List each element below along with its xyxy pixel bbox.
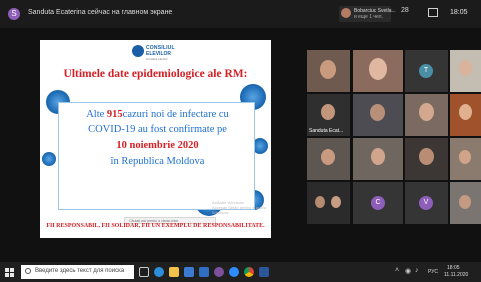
stat-location: în Republica Moldova	[110, 156, 205, 167]
participant-face	[371, 148, 385, 165]
participant-face	[369, 58, 387, 80]
participant-tile[interactable]	[307, 50, 350, 92]
participant-face	[459, 60, 472, 76]
participant-face	[419, 103, 434, 121]
active-speaker-thumbnail[interactable]: Bobarciuc Svetla... и еще 1 чел.	[339, 6, 396, 22]
viber-icon[interactable]	[214, 267, 224, 277]
virus-icon	[42, 152, 56, 166]
language-indicator[interactable]: РУС	[428, 269, 438, 275]
participant-tile[interactable]	[353, 50, 403, 92]
participant-face	[459, 150, 471, 164]
participant-face	[331, 196, 341, 208]
participant-face	[370, 104, 385, 121]
participant-tile[interactable]: C	[353, 182, 403, 224]
stat-date: 10 noiembrie 2020	[116, 140, 199, 151]
council-logo-icon	[132, 45, 144, 57]
shared-slide: CONSILIUL ELEVILOR Consiliul elevilor Ul…	[40, 40, 271, 238]
participant-tile[interactable]	[450, 94, 481, 136]
participant-face	[459, 195, 471, 209]
network-icon[interactable]: ◉	[405, 267, 411, 275]
participant-face	[320, 60, 336, 79]
speaker-avatar	[341, 8, 351, 18]
chrome-icon[interactable]	[244, 267, 254, 277]
stat-prefix: Alte	[86, 109, 105, 120]
meeting-clock: 18:05	[450, 9, 468, 16]
participant-face	[459, 104, 472, 120]
participant-tile[interactable]	[405, 94, 448, 136]
participant-tile[interactable]: T	[405, 50, 448, 92]
slide-footer: FII RESPONSABIL, FII SOLIDAR, FII UN EXE…	[46, 223, 265, 229]
participant-tile[interactable]	[405, 138, 448, 180]
taskbar-search-placeholder: Введите здесь текст для поиска	[35, 268, 125, 274]
stat-line-1: Alte 915cazuri noi de infectare cu	[59, 109, 256, 120]
gallery-view-icon[interactable]	[428, 8, 438, 17]
participant-face	[321, 104, 335, 120]
taskbar-time[interactable]: 18:05	[447, 265, 460, 271]
participant-tile[interactable]	[450, 182, 481, 224]
participant-tile[interactable]	[307, 182, 350, 224]
participant-tile[interactable]	[450, 50, 481, 92]
taskbar-search-box[interactable]: Введите здесь текст для поиска	[21, 265, 134, 279]
zoom-icon[interactable]	[229, 267, 239, 277]
mail-icon[interactable]	[199, 267, 209, 277]
screen-share-notification-bar: S Sanduta Ecaterina сейчас на главном эк…	[0, 0, 481, 28]
zoom-meeting-window: S Sanduta Ecaterina сейчас на главном эк…	[0, 0, 481, 282]
windows-start-icon[interactable]	[5, 268, 14, 277]
participant-face	[315, 196, 325, 208]
participant-avatar: C	[371, 196, 385, 210]
task-view-icon[interactable]	[139, 267, 149, 277]
taskbar-date[interactable]: 11.11.2020	[444, 272, 468, 278]
participant-tile[interactable]	[450, 138, 481, 180]
edge-icon[interactable]	[154, 267, 164, 277]
participant-avatar: T	[419, 64, 433, 78]
stat-suffix: cazuri noi de infectare cu	[122, 109, 229, 120]
tray-chevron-icon[interactable]: ˄	[395, 267, 399, 274]
volume-icon[interactable]: ♪	[415, 267, 419, 274]
stat-line-2: COVID-19 au fost confirmate pe	[88, 124, 227, 135]
windows-taskbar: Введите здесь текст для поиска ˄ ◉ ♪ РУС…	[0, 262, 481, 282]
participant-face	[419, 148, 434, 165]
slide-title: Ultimele date epidemiologice ale RM:	[63, 68, 248, 80]
watermark-line3: Windows.	[212, 210, 230, 215]
store-icon[interactable]	[184, 267, 194, 277]
participant-tile[interactable]	[353, 94, 403, 136]
presenter-avatar: S	[8, 8, 20, 20]
participant-tile[interactable]	[307, 138, 350, 180]
participants-count[interactable]: 28	[401, 7, 409, 14]
participant-face	[321, 149, 335, 165]
word-icon[interactable]	[259, 267, 269, 277]
logo-line3: Consiliul elevilor	[146, 57, 168, 61]
new-cases-number: 915	[106, 109, 123, 120]
participant-tile[interactable]: V	[405, 182, 448, 224]
participant-name: Sanduta Ecat...	[309, 128, 344, 134]
participant-tile[interactable]: Sanduta Ecat...	[307, 94, 350, 136]
file-explorer-icon[interactable]	[169, 267, 179, 277]
participant-tile[interactable]	[353, 138, 403, 180]
speaker-others: и еще 1 чел.	[354, 14, 383, 20]
search-icon	[25, 268, 31, 274]
screen-share-notice: Sanduta Ecaterina сейчас на главном экра…	[28, 9, 173, 16]
activation-watermark: Activare Windows Accesați Setări pentru …	[212, 200, 266, 215]
participant-avatar: V	[419, 196, 433, 210]
statistics-box: Alte 915cazuri noi de infectare cu COVID…	[58, 102, 255, 210]
